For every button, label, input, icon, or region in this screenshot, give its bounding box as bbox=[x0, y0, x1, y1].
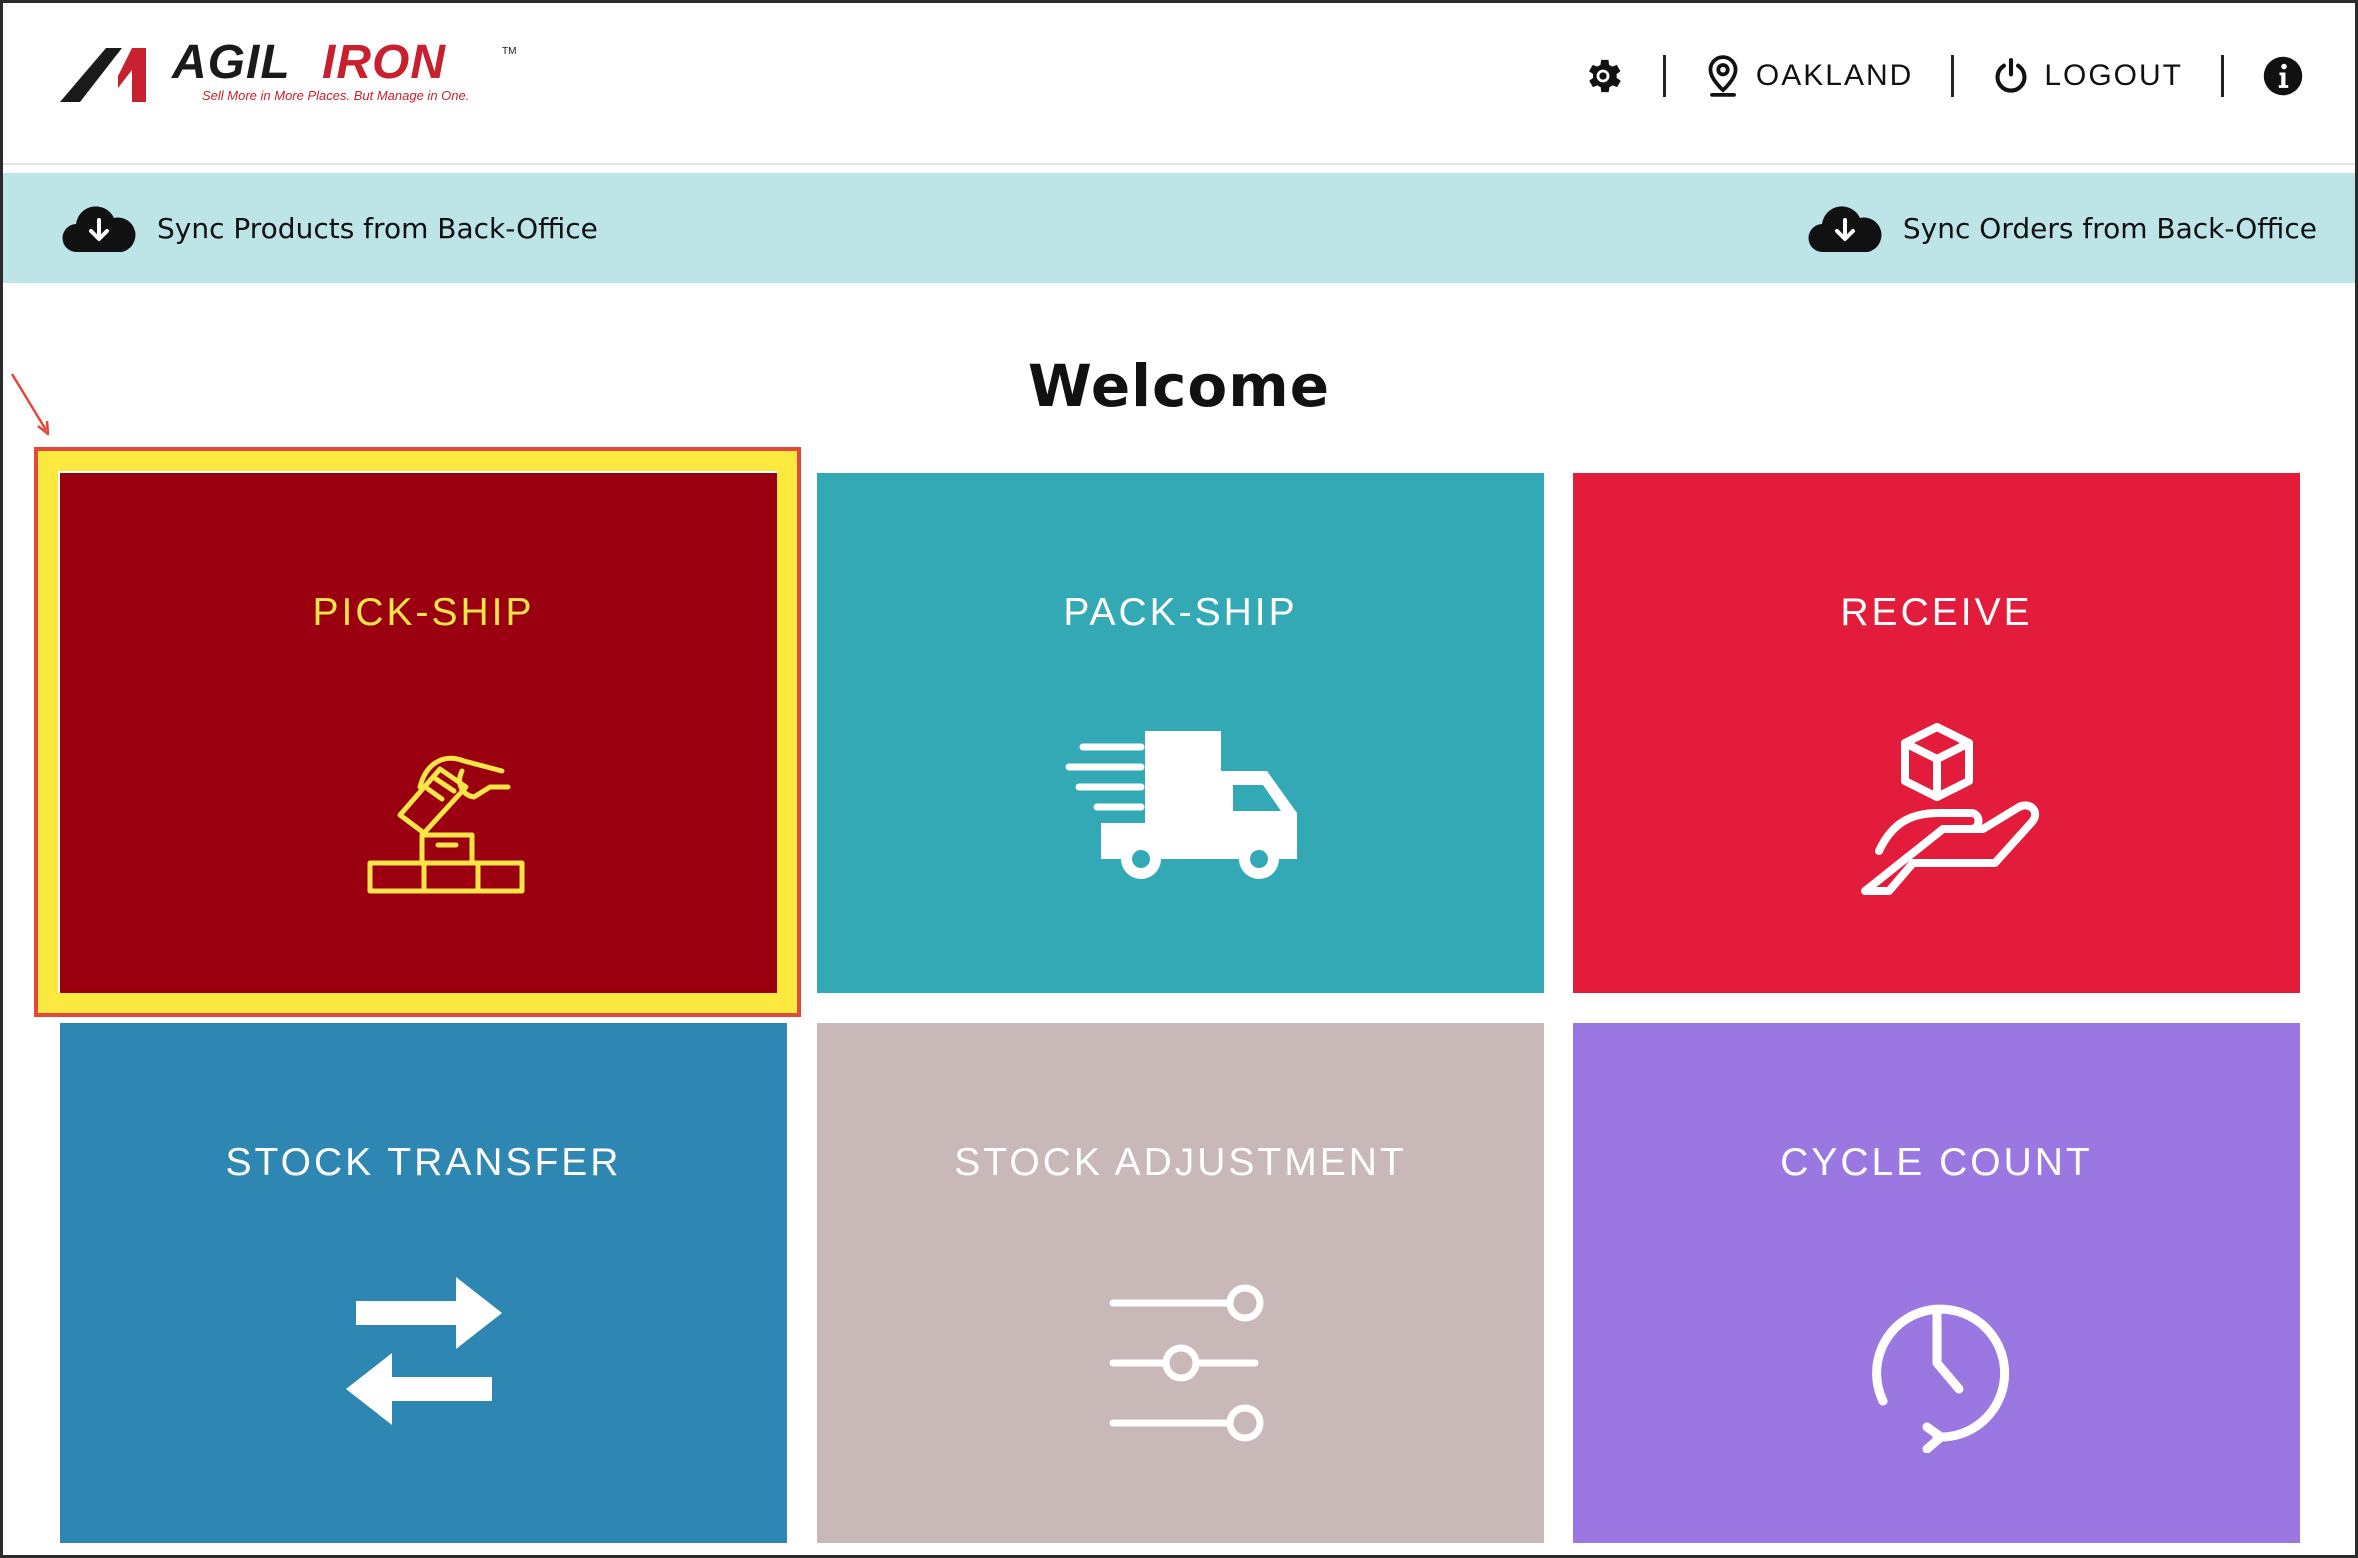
tile-label: PICK-SHIP bbox=[312, 591, 535, 634]
location-pin-icon bbox=[1708, 55, 1738, 97]
transfer-arrows-icon bbox=[304, 1273, 544, 1453]
delivery-truck-icon bbox=[1061, 723, 1301, 903]
tile-stock-adjustment[interactable]: STOCK ADJUSTMENT bbox=[817, 1023, 1544, 1543]
cloud-download-icon bbox=[62, 206, 136, 253]
gear-icon bbox=[1588, 59, 1621, 93]
tile-cycle-count[interactable]: CYCLE COUNT bbox=[1573, 1023, 2300, 1543]
sync-products-label: Sync Products from Back-Office bbox=[157, 211, 598, 245]
location-label: OAKLAND bbox=[1755, 59, 1914, 92]
tile-label: PACK-SHIP bbox=[1063, 591, 1298, 634]
power-icon bbox=[1995, 58, 2027, 93]
nav-separator bbox=[2221, 55, 2224, 97]
info-button[interactable] bbox=[2262, 48, 2304, 104]
agiliron-logo[interactable]: AGIL IRON TM Sell More in More Places. B… bbox=[60, 40, 520, 110]
nav-separator bbox=[1662, 55, 1666, 97]
nav-separator bbox=[1951, 55, 1955, 97]
tile-label: RECEIVE bbox=[1840, 591, 2033, 634]
info-icon bbox=[2263, 56, 2303, 96]
app-header: AGIL IRON TM Sell More in More Places. B… bbox=[0, 0, 2358, 165]
sync-orders-label: Sync Orders from Back-Office bbox=[1902, 211, 2317, 245]
sync-bar: Sync Products from Back-Office Sync Orde… bbox=[3, 173, 2355, 283]
sliders-icon bbox=[1061, 1273, 1301, 1453]
cloud-download-icon bbox=[1808, 206, 1882, 253]
sync-products-button[interactable]: Sync Products from Back-Office bbox=[61, 173, 598, 283]
tile-pick-ship[interactable]: PICK-SHIP bbox=[60, 473, 787, 993]
settings-button[interactable] bbox=[1581, 48, 1625, 104]
clock-history-icon bbox=[1817, 1273, 2057, 1453]
svg-text:AGIL: AGIL bbox=[171, 40, 291, 89]
svg-text:Sell More in More Places. But: Sell More in More Places. But Manage in … bbox=[202, 88, 469, 103]
hand-box-icon bbox=[1817, 723, 2057, 903]
svg-text:TM: TM bbox=[502, 46, 516, 57]
logout-button[interactable]: LOGOUT bbox=[1992, 48, 2183, 104]
logout-label: LOGOUT bbox=[2044, 59, 2183, 92]
page-title: Welcome bbox=[1027, 352, 1331, 420]
header-nav: OAKLAND LOGOUT bbox=[1581, 48, 2304, 104]
tile-label: CYCLE COUNT bbox=[1780, 1141, 2093, 1184]
tile-receive[interactable]: RECEIVE bbox=[1573, 473, 2300, 993]
hand-pick-boxes-icon bbox=[304, 723, 544, 903]
svg-text:IRON: IRON bbox=[322, 40, 446, 89]
annotation-arrow-icon bbox=[10, 373, 50, 436]
tile-pack-ship[interactable]: PACK-SHIP bbox=[817, 473, 1544, 993]
tile-label: STOCK TRANSFER bbox=[225, 1141, 622, 1184]
tile-stock-transfer[interactable]: STOCK TRANSFER bbox=[60, 1023, 787, 1543]
sync-orders-button[interactable]: Sync Orders from Back-Office bbox=[1807, 173, 2317, 283]
location-selector[interactable]: OAKLAND bbox=[1704, 48, 1913, 104]
tile-label: STOCK ADJUSTMENT bbox=[954, 1141, 1407, 1184]
